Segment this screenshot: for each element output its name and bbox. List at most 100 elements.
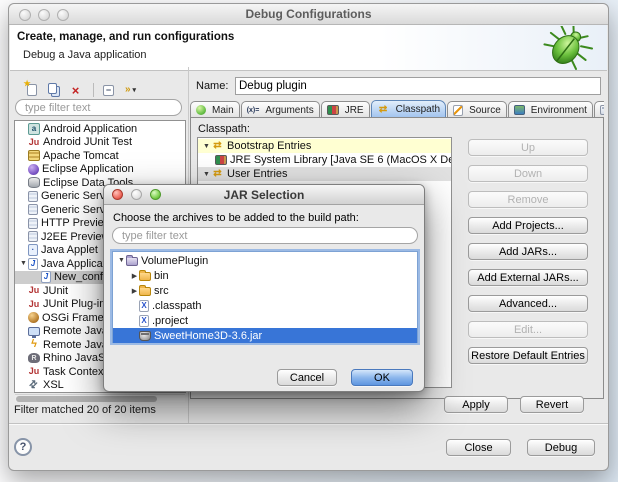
task-icon [28, 366, 40, 378]
archive-item-label: .project [152, 315, 188, 327]
chevron-down-icon[interactable]: ▼ [202, 143, 211, 150]
delete-config-button[interactable] [68, 82, 86, 98]
cancel-button[interactable]: Cancel [277, 369, 337, 386]
sidebar-item-android-junit-test[interactable]: Android JUnit Test [15, 136, 185, 150]
server-icon [28, 191, 38, 202]
duplicate-config-button[interactable] [46, 82, 64, 98]
archive-item-volumeplugin[interactable]: ▼VolumePlugin [113, 253, 417, 268]
zoom-button[interactable] [57, 9, 69, 21]
tab-jre[interactable]: JRE [321, 101, 370, 118]
remote-flash-icon [28, 339, 40, 351]
sidebar-filter-input[interactable] [15, 99, 182, 116]
tab-label: Source [469, 105, 501, 116]
advanced-button[interactable]: Advanced... [468, 295, 588, 312]
jar-selection-dialog: JAR Selection Choose the archives to be … [103, 184, 425, 392]
window-titlebar[interactable]: Debug Configurations [9, 4, 608, 25]
classpath-icon [211, 168, 224, 180]
name-label: Name: [196, 80, 228, 92]
chevron-right-icon[interactable]: ▶ [130, 287, 139, 295]
ok-button[interactable]: OK [351, 369, 413, 386]
apply-button[interactable]: Apply [444, 396, 508, 413]
dialog-minimize-button[interactable] [131, 189, 142, 200]
tab-label: Main [212, 105, 234, 116]
header-subtitle: Debug a Java application [23, 49, 147, 61]
new-config-icon [27, 84, 37, 96]
tab-label: Arguments [265, 105, 313, 116]
classpath-label: Classpath: [198, 123, 250, 135]
sidebar-item-eclipse-application[interactable]: Eclipse Application [15, 163, 185, 177]
datatools-icon [28, 177, 40, 188]
classpath-item-bootstrap-entries[interactable]: ▼Bootstrap Entries [198, 139, 451, 153]
sidebar-horizontal-scrollbar[interactable] [15, 394, 185, 402]
new-config-button[interactable] [24, 82, 42, 98]
scrollbar-thumb[interactable] [16, 396, 157, 402]
chevron-down-icon[interactable]: ▼ [19, 260, 28, 267]
archive-item-sweethome3d-3-6-jar[interactable]: SweetHome3D-3.6.jar [113, 328, 417, 343]
tab-label: JRE [345, 105, 364, 116]
down-button: Down [468, 165, 588, 182]
archive-item-src[interactable]: ▶ src [113, 283, 417, 298]
tab-source[interactable]: Source [447, 101, 507, 118]
tab-main[interactable]: Main [190, 101, 240, 118]
classpath-item-label: User Entries [227, 168, 288, 180]
filter-status-text: Filter matched 20 of 20 items [14, 404, 156, 416]
jre-icon [215, 155, 227, 165]
sidebar-item-android-application[interactable]: Android Application [15, 122, 185, 136]
chevron-right-icon[interactable]: ▶ [130, 272, 139, 280]
rhino-icon [28, 353, 40, 363]
delete-config-icon [70, 84, 82, 96]
help-button[interactable]: ? [14, 438, 32, 456]
archive-item-classpath[interactable]: .classpath [113, 298, 417, 313]
archive-tree[interactable]: ▼VolumePlugin▶bin▶src.classpath.projectS… [112, 251, 418, 343]
source-icon [453, 105, 463, 116]
archive-item-bin[interactable]: ▶bin [113, 268, 417, 283]
sidebar-item-label: Apache Tomcat [43, 150, 119, 162]
add-jars-button[interactable]: Add JARs... [468, 243, 588, 260]
server-icon [28, 204, 38, 215]
sidebar-item-apache-tomcat[interactable]: Apache Tomcat [15, 149, 185, 163]
add-projects-button[interactable]: Add Projects... [468, 217, 588, 234]
classpath-item-user-entries[interactable]: ▼ User Entries [198, 167, 451, 181]
sidebar-item-label: XSL [43, 379, 64, 391]
tab-label: Environment [531, 105, 587, 116]
restore-default-entries-button[interactable]: Restore Default Entries [468, 347, 588, 364]
jre-icon [327, 105, 339, 115]
tab-common[interactable]: Common [594, 101, 604, 118]
chevron-down-icon[interactable]: ▼ [202, 171, 211, 178]
tab-environment[interactable]: Environment [508, 101, 593, 118]
java-app-icon [41, 271, 51, 283]
sidebar-item-label: J2EE Preview [41, 231, 109, 243]
minimize-button[interactable] [38, 9, 50, 21]
add-external-jars-button[interactable]: Add External JARs... [468, 269, 588, 286]
filter-menu-icon [125, 84, 137, 96]
close-button[interactable] [19, 9, 31, 21]
remote-java-icon [28, 327, 40, 336]
sidebar-item-label: Android JUnit Test [43, 136, 132, 148]
debug-button[interactable]: Debug [527, 439, 595, 456]
chevron-down-icon[interactable]: ▼ [117, 257, 126, 264]
name-input[interactable] [235, 77, 601, 95]
revert-button[interactable]: Revert [520, 396, 584, 413]
archive-item-label: src [154, 285, 169, 297]
dialog-zoom-button[interactable] [150, 189, 161, 200]
xsl-icon [28, 379, 40, 391]
folder-icon [139, 272, 151, 281]
close-window-button[interactable]: Close [446, 439, 511, 456]
tab-classpath[interactable]: Classpath [371, 100, 446, 118]
collapse-all-button[interactable] [101, 82, 119, 98]
dialog-titlebar[interactable]: JAR Selection [104, 185, 424, 205]
header-title: Create, manage, and run configurations [17, 31, 234, 43]
archive-item-project[interactable]: .project [113, 313, 417, 328]
android-junit-icon [28, 136, 40, 148]
dialog-filter-input[interactable] [112, 227, 418, 244]
junit-icon [28, 285, 40, 297]
tab-arguments[interactable]: Arguments [241, 101, 320, 118]
classpath-item-jre-system-library-java-se-6-macos-x-default[interactable]: JRE System Library [Java SE 6 (MacOS X D… [198, 153, 451, 167]
args-icon [247, 104, 260, 116]
dialog-close-button[interactable] [112, 189, 123, 200]
dialog-prompt: Choose the archives to be added to the b… [113, 212, 359, 224]
tab-bar: Main Arguments JRE Classpath Source Environme… [190, 100, 604, 118]
sidebar-item-label: Android Application [43, 123, 137, 135]
filter-menu-button[interactable] [123, 82, 141, 98]
remove-button: Remove [468, 191, 588, 208]
